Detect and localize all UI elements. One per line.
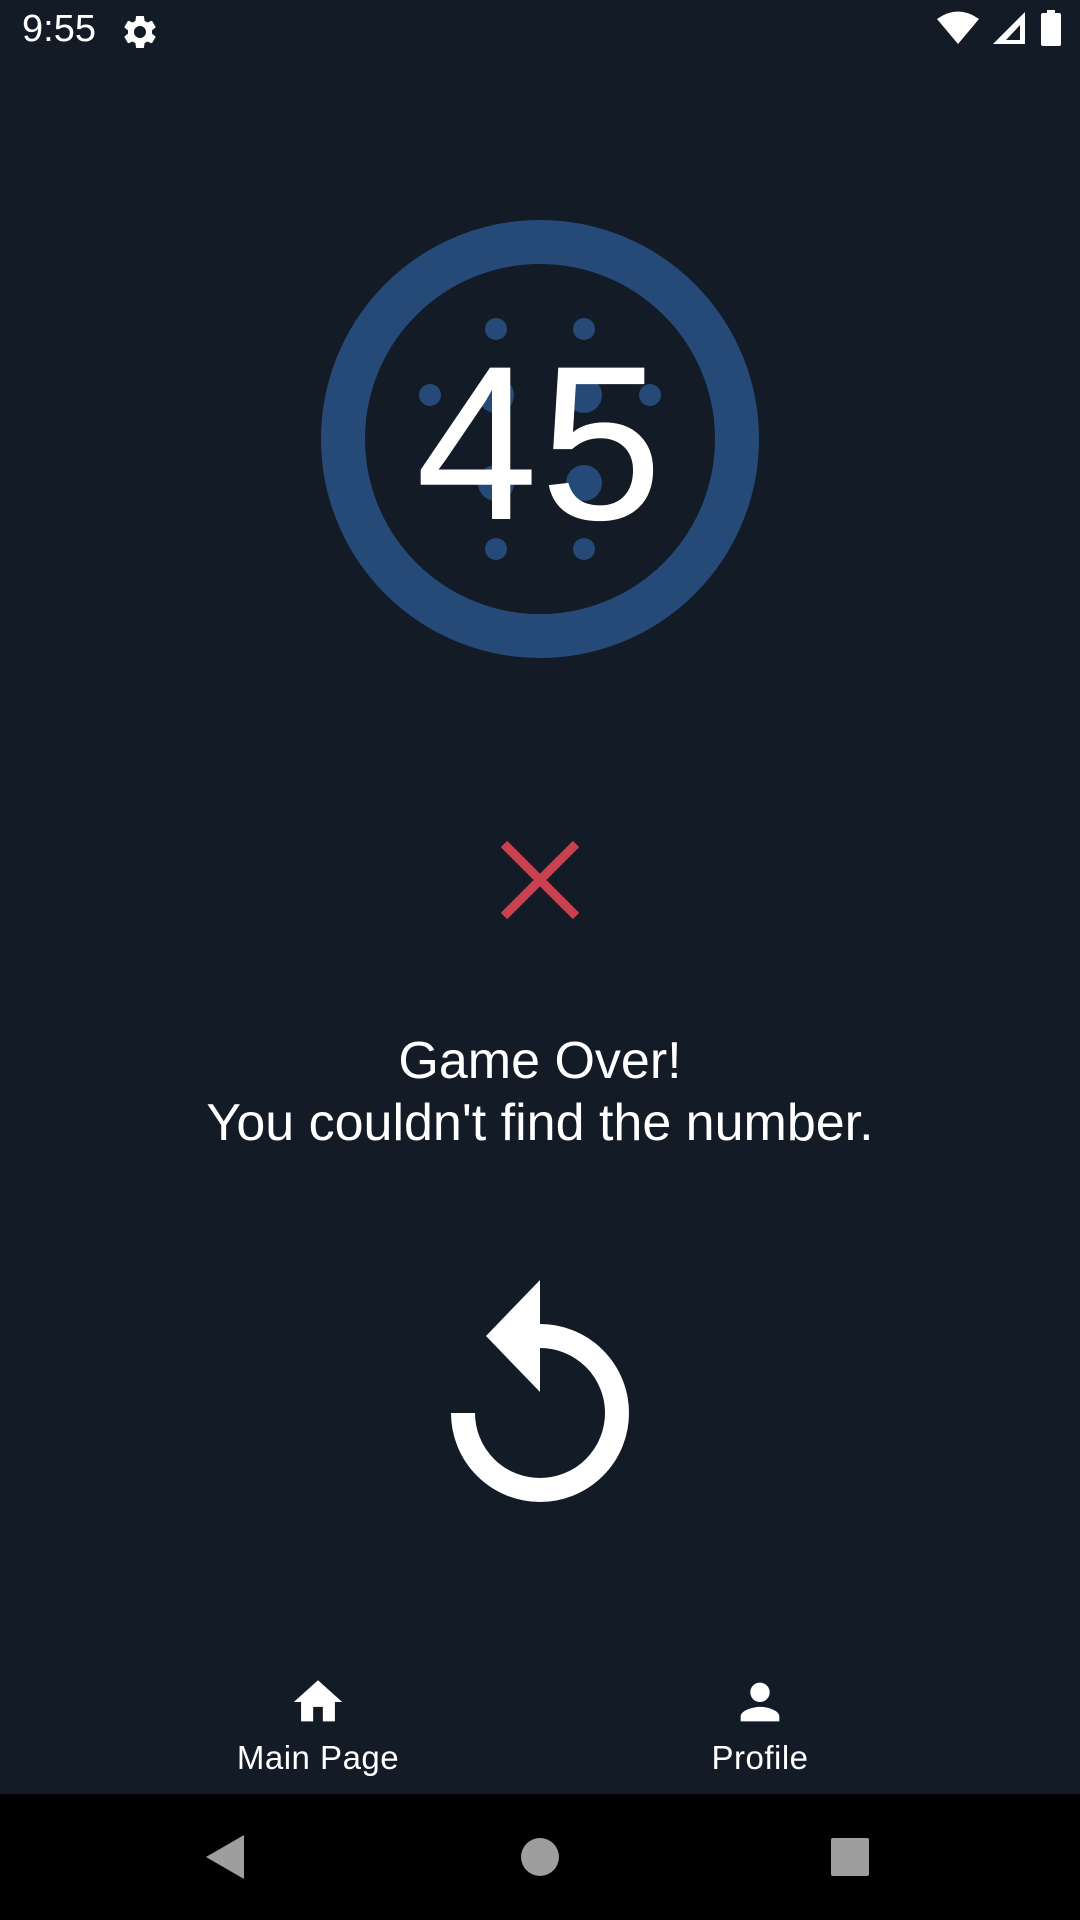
gear-icon <box>120 12 160 52</box>
status-bar: 9:55 <box>0 0 1080 64</box>
back-icon <box>206 1835 244 1879</box>
game-over-screen: 9:55 45 Game Over! You couldn't find the… <box>0 0 1080 1920</box>
nav-label-profile: Profile <box>711 1739 809 1776</box>
message-subtitle: You couldn't find the number. <box>206 1094 874 1152</box>
person-icon <box>740 1682 780 1722</box>
home-icon <box>293 1680 343 1722</box>
number-dial: 45 <box>321 220 759 658</box>
bottom-navigation: Main Page Profile <box>0 1656 1080 1794</box>
status-icons <box>936 9 1062 51</box>
close-icon <box>500 840 580 920</box>
battery-icon <box>1040 9 1062 51</box>
replay-button[interactable] <box>440 1270 640 1510</box>
nav-item-profile[interactable]: Profile <box>490 1656 1030 1794</box>
system-navigation-bar <box>0 1794 1080 1920</box>
home-circle-icon <box>521 1838 559 1876</box>
nav-label-main-page: Main Page <box>236 1739 400 1776</box>
status-time: 9:55 <box>22 8 96 50</box>
game-over-message: Game Over! You couldn't find the number. <box>0 1030 1080 1154</box>
signal-icon <box>992 10 1028 51</box>
replay-icon <box>451 1280 629 1502</box>
target-number: 45 <box>415 320 665 566</box>
message-title: Game Over! <box>398 1032 682 1090</box>
home-button[interactable] <box>470 1794 610 1920</box>
wifi-icon <box>936 10 980 51</box>
recents-icon <box>831 1838 869 1876</box>
back-button[interactable] <box>156 1794 296 1920</box>
recents-button[interactable] <box>780 1794 920 1920</box>
